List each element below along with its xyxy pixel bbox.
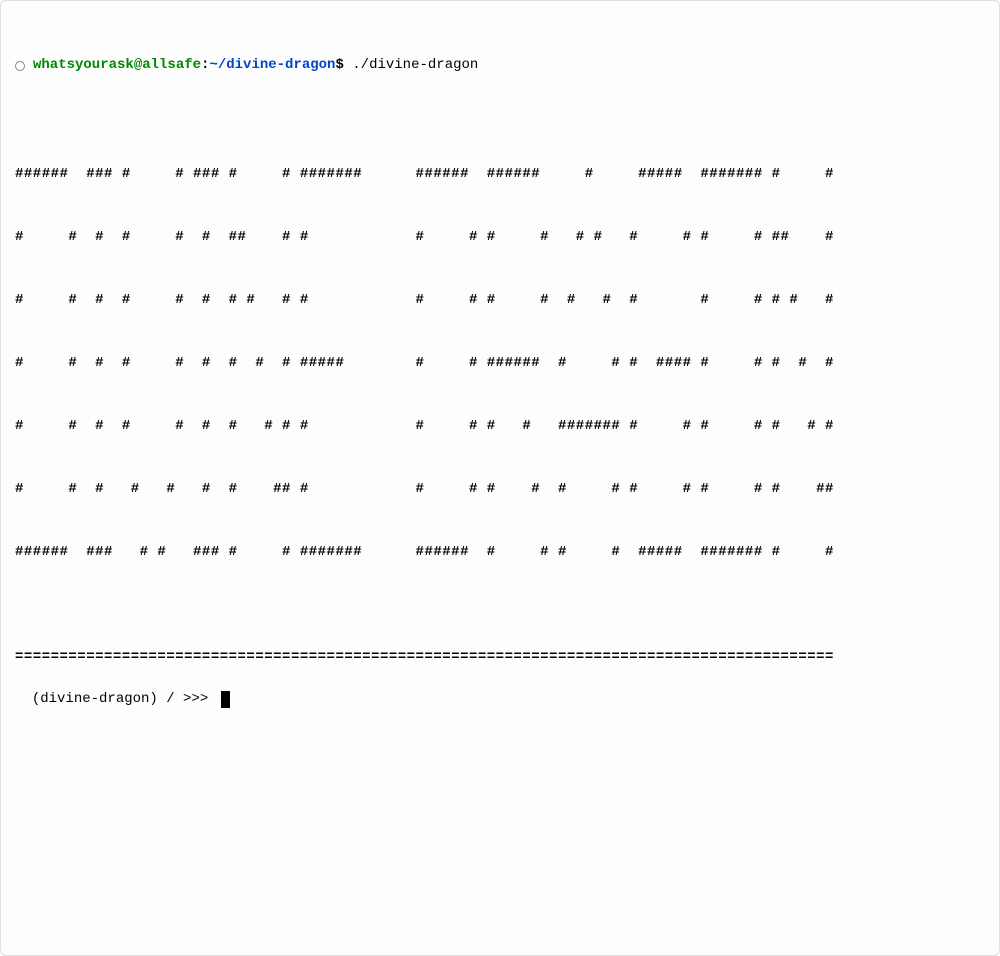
divider-line: ========================================…: [15, 647, 985, 668]
shell-prompt-line: whatsyourask@allsafe:~/divine-dragon$ ./…: [15, 55, 985, 76]
command-text: ./divine-dragon: [344, 55, 478, 76]
ascii-banner: ###### ### # # ### # # ####### ###### ##…: [15, 122, 985, 605]
colon: :: [201, 55, 209, 76]
repl-prompt: (divine-dragon) / >>>: [32, 689, 217, 710]
ascii-line: # # # # # # # # # ##### # # ###### # # #…: [15, 353, 985, 374]
cwd-path: ~/divine-dragon: [209, 55, 335, 76]
dollar-sign: $: [335, 55, 343, 76]
terminal-window[interactable]: whatsyourask@allsafe:~/divine-dragon$ ./…: [1, 1, 999, 722]
ascii-line: # # # # # # # # # # # # # # ####### # # …: [15, 416, 985, 437]
ascii-line: ###### ### # # ### # # ####### ###### ##…: [15, 164, 985, 185]
ascii-line: # # # # # # # ## # # # # # # # # # # # #…: [15, 479, 985, 500]
status-circle-icon: [15, 61, 25, 71]
ascii-line: # # # # # # ## # # # # # # # # # # # # #…: [15, 227, 985, 248]
repl-prompt-line[interactable]: (divine-dragon) / >>>: [32, 689, 230, 710]
cursor-block: [221, 691, 230, 708]
ascii-line: ###### ### # # ### # # ####### ###### # …: [15, 542, 985, 563]
user-host: whatsyourask@allsafe: [33, 55, 201, 76]
ascii-line: # # # # # # # # # # # # # # # # # # # # …: [15, 290, 985, 311]
